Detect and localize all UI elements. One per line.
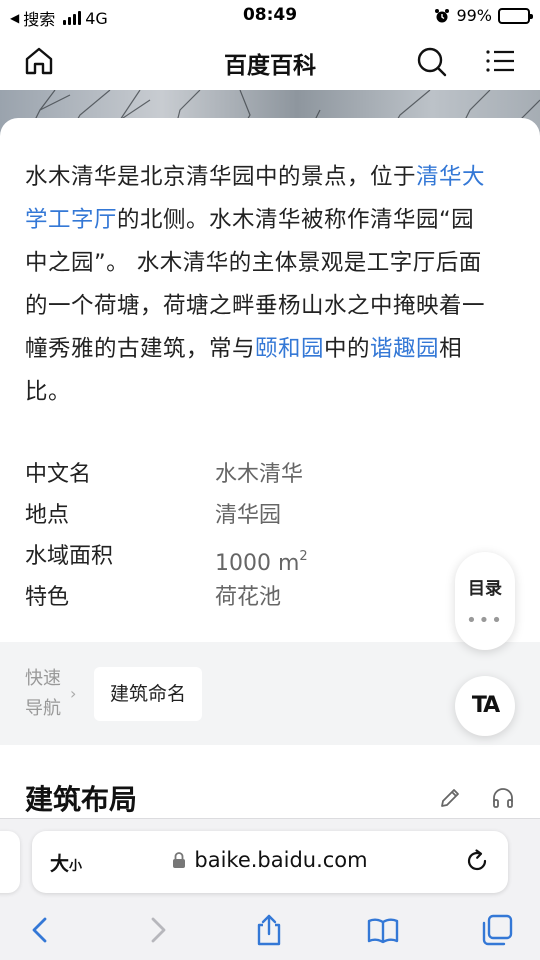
info-value: 清华园 xyxy=(215,503,282,528)
headphones-icon[interactable] xyxy=(491,786,515,810)
info-label: 地点 xyxy=(25,503,70,528)
info-value: 1000 m2 xyxy=(215,536,308,577)
info-row-feature: 特色 荷花池 xyxy=(25,577,445,618)
pencil-icon[interactable] xyxy=(438,786,462,810)
quick-nav-label-line: 快速 xyxy=(25,668,61,689)
app-header: 百度百科 xyxy=(0,32,540,90)
info-row-location: 地点 清华园 xyxy=(25,495,445,536)
bookmarks-icon[interactable] xyxy=(366,913,400,947)
info-label: 中文名 xyxy=(25,462,92,487)
url-display[interactable]: baike.baidu.com xyxy=(32,848,508,872)
link-xiequyuan[interactable]: 谐趣园 xyxy=(370,336,439,362)
page-title: 百度百科 xyxy=(224,53,316,79)
menu-list-icon[interactable] xyxy=(484,44,518,78)
more-dots-icon: ••• xyxy=(466,610,504,631)
info-row-name: 中文名 水木清华 xyxy=(25,454,445,495)
info-value: 荷花池 xyxy=(215,585,282,610)
status-right: 99% xyxy=(434,6,533,25)
info-row-water-area: 水域面积 1000 m2 xyxy=(25,536,445,577)
summary-text: 中的 xyxy=(324,336,371,362)
chevron-right-icon: › xyxy=(70,684,77,703)
url-text: baike.baidu.com xyxy=(194,848,368,872)
toc-label: 目录 xyxy=(468,579,502,599)
quick-nav-chip[interactable]: 建筑命名 xyxy=(94,667,203,721)
browser-toolbar xyxy=(0,907,540,957)
basic-info-box: 中文名 水木清华 地点 清华园 水域面积 1000 m2 特色 荷花池 xyxy=(25,454,445,618)
info-value-number: 1000 m xyxy=(215,551,300,576)
tabs-icon[interactable] xyxy=(480,913,514,947)
reload-icon[interactable] xyxy=(464,848,490,874)
address-bar[interactable]: 大小 baike.baidu.com xyxy=(32,831,508,893)
battery-icon xyxy=(498,7,533,24)
search-icon[interactable] xyxy=(414,44,448,78)
quick-nav-label: 快速 导航 xyxy=(25,664,67,724)
ta-button[interactable]: TA xyxy=(455,676,515,736)
browser-bottom-bar: 大小 baike.baidu.com xyxy=(0,818,540,960)
back-arrow-icon[interactable] xyxy=(24,913,58,947)
summary-text: 水木清华是北京清华园中的景点，位于 xyxy=(25,164,417,190)
status-bar: ◀ 搜索 4G 08:49 99% xyxy=(0,0,540,32)
lock-icon xyxy=(173,852,186,868)
toc-button[interactable]: 目录 ••• xyxy=(455,552,515,650)
summary-paragraph: 水木清华是北京清华园中的景点，位于清华大学工字厅的北侧。水木清华被称作清华园“园… xyxy=(25,156,495,414)
section-title: 建筑布局 xyxy=(25,783,138,816)
previous-tab-peek[interactable] xyxy=(0,831,20,893)
forward-arrow-icon[interactable] xyxy=(140,913,174,947)
info-value: 水木清华 xyxy=(215,462,304,487)
share-icon[interactable] xyxy=(252,913,286,947)
quick-nav-label-line: 导航 xyxy=(25,698,61,719)
battery-percent: 99% xyxy=(456,6,492,25)
info-label: 特色 xyxy=(25,585,70,610)
info-label: 水域面积 xyxy=(25,544,114,569)
alarm-icon xyxy=(435,8,450,22)
link-yiheyuan[interactable]: 颐和园 xyxy=(255,336,324,362)
info-value-superscript: 2 xyxy=(299,549,308,564)
